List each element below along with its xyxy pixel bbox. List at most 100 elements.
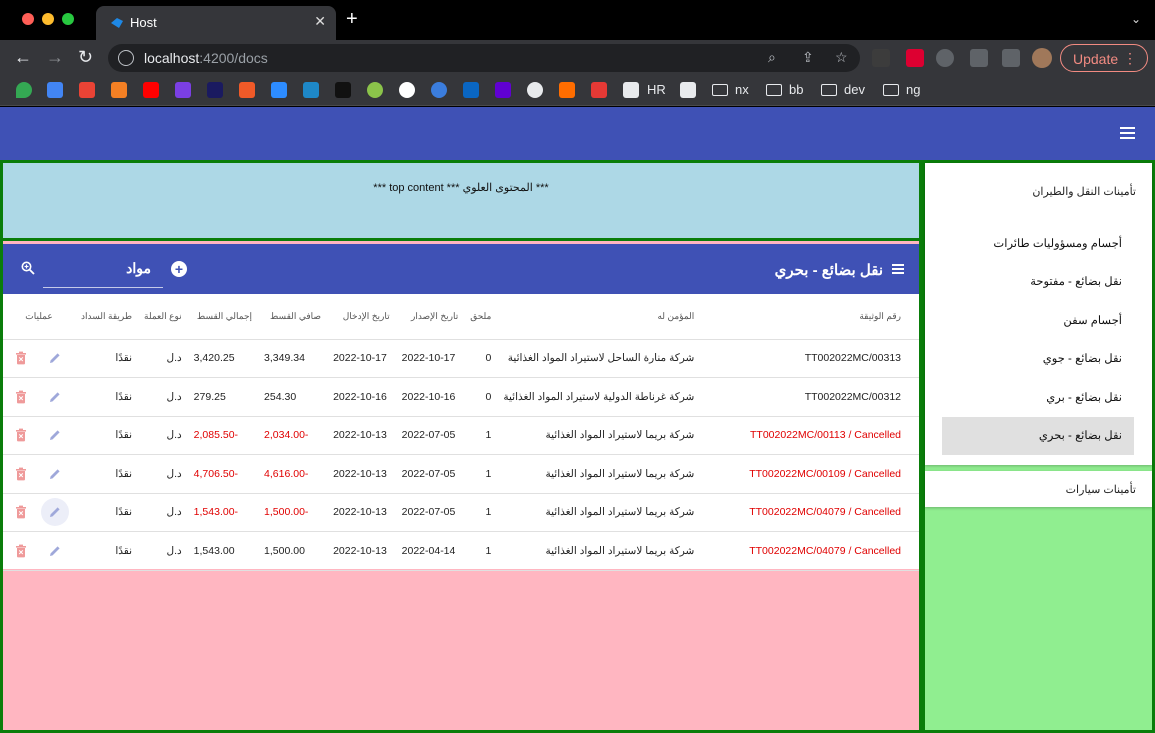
sidebar-nav-item[interactable]: نقل بضائع - جوي (942, 340, 1134, 378)
column-header-insured[interactable]: المؤمن له (497, 294, 701, 340)
tab-search-icon[interactable]: ⌄ (1131, 12, 1141, 26)
cell-actions (3, 416, 76, 455)
panel-title-transport[interactable]: تأمينات النقل والطيران (1032, 185, 1136, 198)
calendar-bookmark-icon[interactable] (47, 82, 63, 98)
minimize-window-button[interactable] (42, 13, 54, 25)
bookmark-b-icon[interactable] (367, 82, 383, 98)
new-tab-icon[interactable]: + (346, 9, 358, 29)
github-bookmark-icon[interactable] (527, 82, 543, 98)
column-header-net-premium[interactable]: صافي القسط (258, 294, 328, 340)
sidebar-nav-item[interactable]: نقل بضائع - بحري (942, 417, 1134, 455)
bookmark-folder-dev[interactable]: dev (844, 82, 865, 97)
delete-button[interactable] (9, 500, 33, 524)
bookmark-json-icon[interactable] (303, 82, 319, 98)
delete-button[interactable] (9, 462, 33, 486)
maximize-window-button[interactable] (62, 13, 74, 25)
reading-list-icon[interactable] (970, 49, 988, 67)
bookmark-check-icon[interactable] (271, 82, 287, 98)
bookmark-swirl-icon[interactable] (431, 82, 447, 98)
column-header-annex[interactable]: ملحق (464, 294, 498, 340)
cell-entry-date: 2022-10-13 (327, 416, 396, 455)
filter-input[interactable]: مواد (43, 251, 163, 288)
youtube-bookmark-icon[interactable] (143, 82, 159, 98)
column-header-payment[interactable]: طريقة السداد (75, 294, 139, 340)
reload-icon[interactable]: ↻ (78, 47, 93, 67)
bookmark-star-icon[interactable]: ☆ (835, 49, 848, 66)
site-info-icon[interactable] (118, 50, 134, 66)
update-button[interactable]: Update ⋮ (1060, 44, 1148, 72)
side-panel-icon[interactable] (1002, 49, 1020, 67)
close-window-button[interactable] (22, 13, 34, 25)
table-row[interactable]: TT002022MC/00312 شركة غرناطة الدولية لاست… (3, 377, 919, 417)
cell-currency: د.ل (138, 493, 188, 532)
bookmark-u-icon[interactable] (175, 82, 191, 98)
bookmark-x-icon[interactable] (623, 82, 639, 98)
profile-avatar[interactable] (1032, 48, 1052, 68)
extension-angular-icon[interactable] (906, 49, 924, 67)
edit-button[interactable] (41, 498, 69, 527)
delete-button[interactable] (9, 539, 33, 563)
address-bar[interactable]: localhost:4200/docs ⌕ ⇪ ☆ (108, 44, 860, 72)
list-icon (892, 264, 904, 274)
cell-doc-number[interactable]: TT002022MC/00113 / Cancelled (700, 416, 919, 455)
edit-button[interactable] (41, 460, 69, 488)
edit-button[interactable] (41, 537, 69, 565)
cell-entry-date: 2022-10-13 (327, 493, 396, 532)
bookmark-life-icon[interactable] (591, 82, 607, 98)
bookmark-folder-nx[interactable]: nx (735, 82, 749, 97)
bookmark-x2-icon[interactable] (680, 82, 696, 98)
edit-button[interactable] (41, 344, 69, 372)
table-row[interactable]: TT002022MC/00109 / Cancelled شركة بريما ل… (3, 454, 919, 494)
cell-doc-number[interactable]: TT002022MC/04079 / Cancelled (700, 531, 919, 571)
bookmark-t-icon[interactable] (239, 82, 255, 98)
browser-tab[interactable]: Host ✕ (96, 6, 336, 40)
bookmark-folder-bb[interactable]: bb (789, 82, 803, 97)
edit-button[interactable] (41, 383, 69, 411)
app-favicon-icon (111, 18, 123, 28)
gmail-bookmark-icon[interactable] (79, 82, 95, 98)
column-header-issue-date[interactable]: تاريخ الإصدار (395, 294, 465, 340)
tab-close-icon[interactable]: ✕ (314, 13, 326, 30)
delete-button[interactable] (9, 385, 33, 409)
bookmark-d-icon[interactable] (207, 82, 223, 98)
panel-title-cars[interactable]: تأمينات سيارات (1066, 483, 1136, 496)
edit-button[interactable] (41, 421, 69, 449)
bookmark-hr[interactable]: HR (647, 82, 666, 97)
table-row[interactable]: TT002022MC/00313 شركة منارة الساحل لاستير… (3, 339, 919, 378)
back-icon[interactable]: ← (14, 47, 32, 67)
column-header-total-premium[interactable]: إجمالي القسط (187, 294, 259, 340)
extensions-puzzle-icon[interactable] (936, 49, 954, 67)
table-row[interactable]: TT002022MC/04079 / Cancelled شركة بريما ل… (3, 531, 919, 571)
google-bookmark-icon[interactable] (399, 82, 415, 98)
share-icon[interactable]: ⇪ (802, 49, 814, 66)
bookmark-ff-icon[interactable] (335, 82, 351, 98)
bookmark-folder-ng[interactable]: ng (906, 82, 920, 97)
zoom-icon[interactable]: ⌕ (768, 49, 776, 66)
forward-icon[interactable]: → (46, 47, 64, 67)
zoom-in-search-icon[interactable] (21, 261, 35, 275)
stackoverflow-bookmark-icon[interactable] (111, 82, 127, 98)
bookmark-play-icon[interactable] (559, 82, 575, 98)
sidebar-nav-item[interactable]: نقل بضائع - بري (942, 379, 1134, 417)
delete-button[interactable] (9, 346, 33, 370)
sidebar-nav-item[interactable]: أجسام ومسؤوليات طائرات (942, 225, 1134, 263)
sidebar-nav-item[interactable]: أجسام سفن (942, 302, 1134, 340)
extension-redux-icon[interactable] (872, 49, 890, 67)
table-row[interactable]: TT002022MC/04079 / Cancelled شركة بريما ل… (3, 493, 919, 532)
sidebar-nav-item[interactable]: نقل بضائع - مفتوحة (942, 263, 1134, 301)
table-row[interactable]: TT002022MC/00113 / Cancelled شركة بريما ل… (3, 416, 919, 455)
cell-doc-number[interactable]: TT002022MC/04079 / Cancelled (700, 493, 919, 532)
add-circle-icon[interactable]: + (171, 261, 187, 277)
delete-icon (16, 390, 26, 404)
column-header-entry-date[interactable]: تاريخ الإدخال (327, 294, 396, 340)
cell-doc-number[interactable]: TT002022MC/00313 (700, 339, 919, 378)
yahoo-bookmark-icon[interactable] (495, 82, 511, 98)
menu-icon[interactable] (1120, 127, 1135, 139)
linkedin-bookmark-icon[interactable] (463, 82, 479, 98)
column-header-currency[interactable]: نوع العملة (138, 294, 188, 340)
cell-doc-number[interactable]: TT002022MC/00109 / Cancelled (700, 454, 919, 494)
column-header-doc[interactable]: رقم الوثيقة (700, 294, 919, 340)
maps-bookmark-icon[interactable] (16, 82, 32, 98)
delete-button[interactable] (9, 423, 33, 447)
cell-doc-number[interactable]: TT002022MC/00312 (700, 377, 919, 417)
